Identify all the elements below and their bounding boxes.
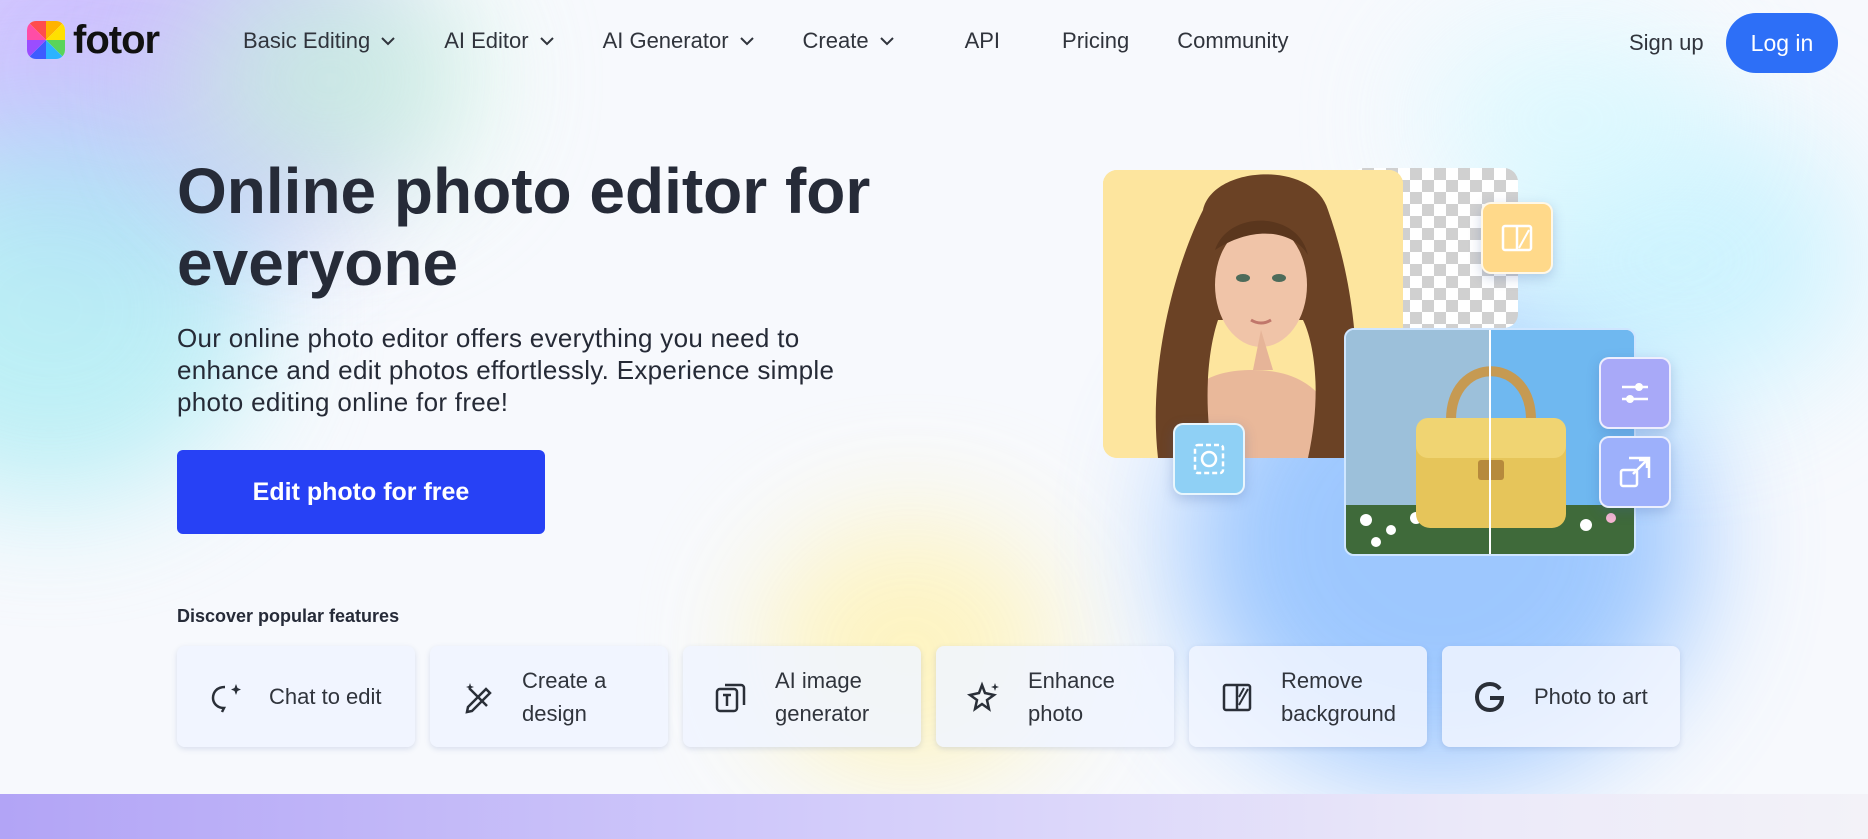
sign-up-link[interactable]: Sign up [1629, 30, 1704, 56]
feature-enhance-photo[interactable]: Enhance photo [936, 646, 1174, 747]
feature-chat-to-edit[interactable]: Chat to edit [177, 646, 415, 747]
main-nav: Basic Editing AI Editor AI Generator Cre… [243, 28, 1337, 54]
compare-split-icon [1481, 202, 1553, 274]
feature-cards: Chat to edit Create a design AI image ge… [177, 646, 1680, 747]
chat-sparkle-icon [211, 683, 241, 713]
art-g-icon [1474, 681, 1505, 712]
nav-label: Community [1177, 28, 1289, 53]
feature-label: Enhance photo [1028, 667, 1115, 726]
adjust-sliders-icon [1599, 357, 1671, 429]
nav-ai-editor[interactable]: AI Editor [444, 28, 554, 54]
chevron-down-icon [539, 37, 554, 46]
nav-community[interactable]: Community [1177, 28, 1288, 54]
nav-api[interactable]: API [965, 28, 1000, 54]
fotor-logo[interactable]: fotor [27, 18, 160, 62]
hero-illustration [1100, 150, 1680, 560]
feature-label: Photo to art [1534, 684, 1648, 709]
fotor-logo-text: fotor [73, 18, 160, 62]
ai-text-image-icon [715, 683, 746, 712]
log-in-button[interactable]: Log in [1726, 13, 1838, 73]
nav-label: Create [802, 28, 869, 53]
feature-label: Chat to edit [269, 684, 382, 709]
handbag-photo [1344, 328, 1636, 556]
nav-create[interactable]: Create [803, 28, 895, 54]
hero-description: Our online photo editor offers everythin… [177, 323, 835, 417]
feature-photo-to-art[interactable]: Photo to art [1442, 646, 1680, 747]
resize-expand-icon [1599, 436, 1671, 508]
nav-label: API [964, 28, 1001, 53]
nav-label: Basic Editing [243, 28, 371, 53]
nav-label: AI Editor [444, 28, 529, 53]
nav-pricing[interactable]: Pricing [1062, 28, 1129, 54]
chevron-down-icon [381, 37, 395, 46]
nav-ai-generator[interactable]: AI Generator [603, 28, 755, 54]
pen-ruler-icon [465, 682, 492, 714]
fotor-logo-icon [27, 21, 65, 59]
feature-create-design[interactable]: Create a design [430, 646, 668, 747]
feature-label: Remove background [1281, 667, 1396, 726]
feature-remove-background[interactable]: Remove background [1189, 646, 1427, 747]
edit-photo-cta-button[interactable]: Edit photo for free [177, 450, 545, 534]
retouch-reset-icon [1173, 423, 1245, 495]
nav-label: AI Generator [602, 28, 729, 53]
chevron-down-icon [879, 37, 894, 46]
site-header: fotor Basic Editing AI Editor AI Generat… [0, 0, 1868, 86]
features-heading: Discover popular features [177, 606, 400, 626]
nav-basic-editing[interactable]: Basic Editing [243, 28, 396, 54]
feature-label: Create a design [522, 667, 607, 726]
hero-title: Online photo editor for everyone [177, 155, 871, 299]
background-split-icon [1222, 683, 1252, 711]
feature-label: AI image generator [775, 667, 870, 726]
nav-label: Pricing [1062, 28, 1130, 53]
feature-ai-image-generator[interactable]: AI image generator [683, 646, 921, 747]
chevron-down-icon [739, 37, 754, 46]
bottom-gradient-strip [0, 794, 1868, 839]
sparkle-star-icon [966, 680, 999, 712]
